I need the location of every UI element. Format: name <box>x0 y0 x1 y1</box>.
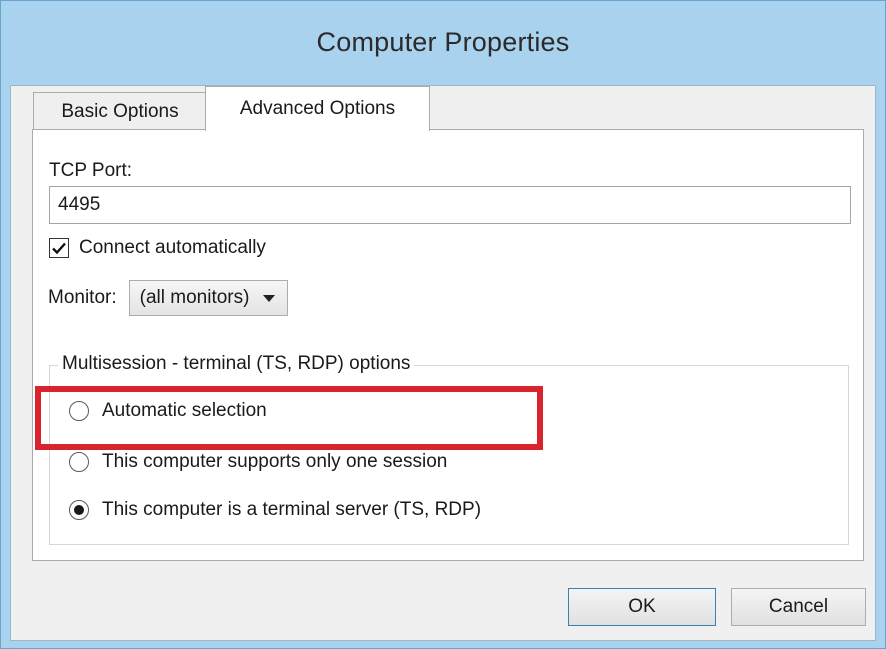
radio-automatic-selection-row[interactable]: Automatic selection <box>69 400 267 422</box>
radio-one-session-label: This computer supports only one session <box>102 451 448 472</box>
tab-advanced-options[interactable]: Advanced Options <box>205 86 430 131</box>
chevron-down-icon <box>263 294 276 302</box>
multisession-legend: Multisession - terminal (TS, RDP) option… <box>58 353 415 375</box>
multisession-groupbox: Multisession - terminal (TS, RDP) option… <box>49 353 849 545</box>
ok-button[interactable]: OK <box>568 588 716 626</box>
radio-terminal-server-row[interactable]: This computer is a terminal server (TS, … <box>69 499 481 521</box>
connect-automatically-label: Connect automatically <box>79 237 266 258</box>
radio-automatic-selection-label: Automatic selection <box>102 400 267 421</box>
tcp-port-input[interactable] <box>49 186 851 224</box>
radio-terminal-server[interactable] <box>69 500 89 520</box>
radio-terminal-server-label: This computer is a terminal server (TS, … <box>102 499 482 520</box>
title-bar[interactable]: Computer Properties <box>1 1 885 83</box>
dialog-client-area: Basic Options Advanced Options TCP Port:… <box>10 85 876 641</box>
monitor-label: Monitor: <box>48 287 117 308</box>
monitor-dropdown[interactable]: (all monitors) <box>128 280 289 316</box>
monitor-selected-value: (all monitors) <box>139 287 250 308</box>
connect-automatically-row[interactable]: Connect automatically <box>49 237 266 259</box>
radio-selected-dot <box>74 505 84 515</box>
tab-basic-options[interactable]: Basic Options <box>33 92 207 130</box>
tcp-port-label: TCP Port: <box>49 160 133 181</box>
radio-one-session-row[interactable]: This computer supports only one session <box>69 451 447 473</box>
dialog-title: Computer Properties <box>316 26 570 57</box>
checkmark-icon <box>52 242 66 255</box>
advanced-options-panel: TCP Port: Connect automatically Monitor:… <box>32 129 864 561</box>
computer-properties-dialog: Computer Properties Basic Options Advanc… <box>0 0 886 649</box>
cancel-button[interactable]: Cancel <box>731 588 866 626</box>
monitor-row: Monitor: (all monitors) <box>48 280 289 316</box>
radio-one-session[interactable] <box>69 452 89 472</box>
connect-automatically-checkbox[interactable] <box>49 238 69 258</box>
radio-automatic-selection[interactable] <box>69 401 89 421</box>
